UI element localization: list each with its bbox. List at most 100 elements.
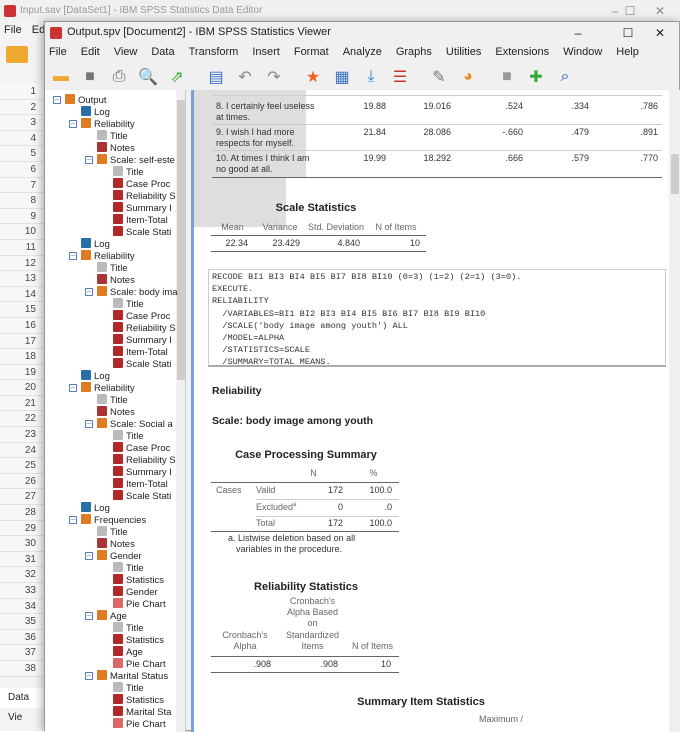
tree-item[interactable]: Reliability S <box>113 322 176 334</box>
row-number[interactable]: 26 <box>0 473 44 490</box>
tree-item[interactable]: Age <box>97 610 127 622</box>
row-number[interactable]: 38 <box>0 660 44 677</box>
content-scroll-thumb[interactable] <box>671 154 679 194</box>
show-output-icon[interactable]: ✎ <box>427 66 451 88</box>
tree-item[interactable]: Scale: Social a <box>97 418 173 430</box>
print-icon[interactable]: ⎙ <box>107 66 131 88</box>
tree-item[interactable]: Log <box>81 106 110 118</box>
tree-item[interactable]: Pie Chart <box>113 598 166 610</box>
tree-item[interactable]: Title <box>113 430 144 442</box>
menu-data[interactable]: Data <box>151 46 174 58</box>
undo-icon[interactable]: ↶ <box>233 66 257 88</box>
tree-item[interactable]: Output <box>65 94 107 106</box>
open-folder-icon[interactable]: ▬ <box>49 66 73 88</box>
row-number[interactable]: 7 <box>0 177 44 194</box>
row-number[interactable]: 2 <box>0 99 44 116</box>
tree-item[interactable]: Log <box>81 238 110 250</box>
row-number[interactable]: 3 <box>0 115 44 131</box>
tree-item[interactable]: Scale: body ima <box>97 286 178 298</box>
row-number[interactable]: 25 <box>0 458 44 474</box>
tree-item[interactable]: Title <box>113 298 144 310</box>
row-number[interactable]: 10 <box>0 224 44 240</box>
minimize-button[interactable]: – <box>563 22 593 44</box>
row-number[interactable]: 22 <box>0 411 44 428</box>
row-number[interactable]: 16 <box>0 317 44 334</box>
tree-item[interactable]: Statistics <box>113 694 164 706</box>
collapse-toggle[interactable]: − <box>53 96 61 104</box>
tree-item[interactable]: Statistics <box>113 634 164 646</box>
tree-item[interactable]: Pie Chart <box>113 718 166 730</box>
row-number[interactable]: 20 <box>0 380 44 396</box>
menu-help[interactable]: Help <box>616 46 639 58</box>
collapse-toggle[interactable]: − <box>85 420 93 428</box>
tree-item[interactable]: Reliability S <box>113 454 176 466</box>
tree-item[interactable]: Summary I <box>113 202 172 214</box>
menu-extensions[interactable]: Extensions <box>495 46 549 58</box>
menu-file[interactable]: File <box>49 46 67 58</box>
collapse-toggle[interactable]: − <box>69 252 77 260</box>
row-number[interactable]: 37 <box>0 645 44 661</box>
tree-item[interactable]: Reliability <box>81 382 135 394</box>
tree-item[interactable]: Marital Sta <box>113 706 171 718</box>
maximize-button[interactable]: ☐ <box>613 22 643 44</box>
goto-data-icon[interactable]: ★ <box>301 66 325 88</box>
redo-icon[interactable]: ↷ <box>262 66 286 88</box>
row-number[interactable]: 13 <box>0 271 44 287</box>
variables-icon[interactable]: ☰ <box>388 66 412 88</box>
row-number[interactable]: 15 <box>0 302 44 318</box>
tree-item[interactable]: Title <box>113 562 144 574</box>
tree-item[interactable]: Case Proc <box>113 442 170 454</box>
row-number[interactable]: 4 <box>0 130 44 147</box>
row-number[interactable]: 32 <box>0 567 44 583</box>
back-close-button[interactable]: ✕ <box>645 0 675 22</box>
tree-item[interactable]: Case Proc <box>113 178 170 190</box>
collapse-toggle[interactable]: − <box>69 120 77 128</box>
tree-item[interactable]: Title <box>97 394 128 406</box>
print-preview-icon[interactable]: 🔍 <box>136 66 160 88</box>
tree-item[interactable]: Summary I <box>113 334 172 346</box>
tree-item[interactable]: Notes <box>97 142 135 154</box>
outline-scrollbar[interactable] <box>176 90 185 732</box>
tree-item[interactable]: Statistics <box>113 574 164 586</box>
collapse-toggle[interactable]: − <box>85 288 93 296</box>
row-number[interactable]: 34 <box>0 598 44 615</box>
tree-item[interactable]: Notes <box>97 406 135 418</box>
tree-item[interactable]: Title <box>97 262 128 274</box>
collapse-toggle[interactable]: − <box>69 516 77 524</box>
tree-item[interactable]: Scale Stati <box>113 226 171 238</box>
tree-item[interactable]: Scale: self-este <box>97 154 175 166</box>
tree-item[interactable]: Item-Total <box>113 346 168 358</box>
row-number[interactable]: 8 <box>0 193 44 209</box>
collapse-toggle[interactable]: − <box>69 384 77 392</box>
row-number[interactable]: 17 <box>0 333 44 350</box>
export-icon[interactable]: ⇗ <box>165 66 189 88</box>
tree-item[interactable]: Item-Total <box>113 214 168 226</box>
content-scrollbar[interactable] <box>669 90 680 732</box>
menu-insert[interactable]: Insert <box>252 46 280 58</box>
collapse-toggle[interactable]: − <box>85 672 93 680</box>
row-number[interactable]: 30 <box>0 536 44 552</box>
row-number[interactable]: 21 <box>0 395 44 412</box>
tree-item[interactable]: Log <box>81 370 110 382</box>
designate-window-icon[interactable]: ■ <box>495 66 519 88</box>
row-number[interactable]: 9 <box>0 208 44 225</box>
data-view-tab[interactable]: Data Vie <box>0 688 44 723</box>
outline-scroll-thumb[interactable] <box>177 100 185 380</box>
row-number[interactable]: 27 <box>0 489 44 506</box>
menu-window[interactable]: Window <box>563 46 602 58</box>
row-number[interactable]: 12 <box>0 255 44 272</box>
row-number[interactable]: 28 <box>0 505 44 521</box>
tree-item[interactable]: Summary I <box>113 466 172 478</box>
row-number[interactable]: 35 <box>0 614 44 630</box>
row-number[interactable]: 36 <box>0 629 44 646</box>
goto-case-icon[interactable]: ▦ <box>330 66 354 88</box>
menu-analyze[interactable]: Analyze <box>343 46 382 58</box>
back-menu-file[interactable]: File <box>4 24 22 36</box>
hide-output-icon[interactable]: ◕ <box>456 66 480 88</box>
promote-icon[interactable]: ✚ <box>524 66 548 88</box>
row-number[interactable]: 19 <box>0 364 44 381</box>
tree-item[interactable]: Reliability S <box>113 190 176 202</box>
tree-item[interactable]: Reliability <box>81 250 135 262</box>
tree-item[interactable]: Notes <box>97 274 135 286</box>
tree-item[interactable]: Pie Chart <box>113 658 166 670</box>
